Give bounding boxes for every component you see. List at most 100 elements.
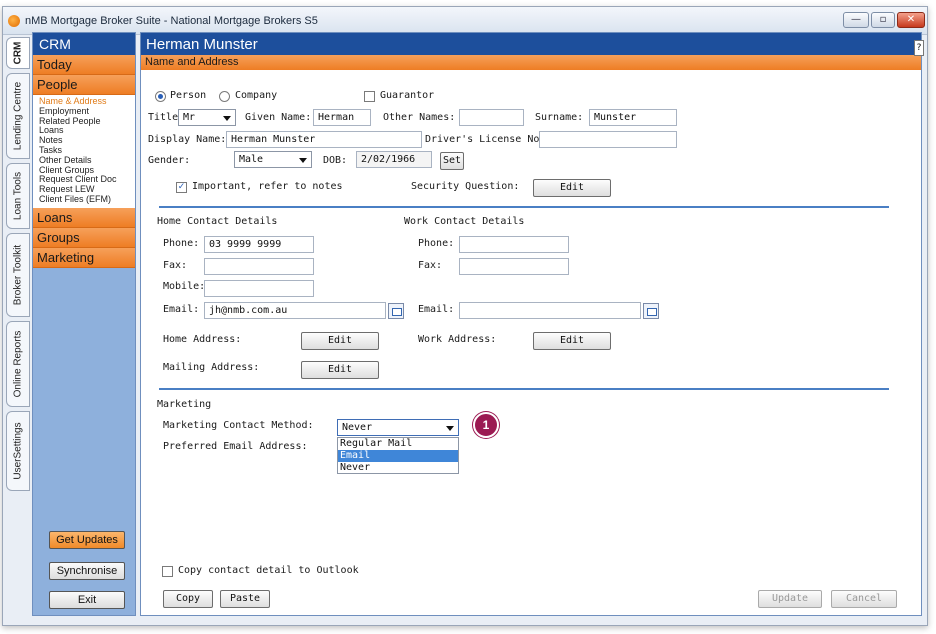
submenu-notes[interactable]: Notes xyxy=(39,136,135,146)
home-mobile-field[interactable] xyxy=(204,280,314,297)
gender-select[interactable]: Male xyxy=(234,151,312,168)
submenu-request-lew[interactable]: Request LEW xyxy=(39,185,135,195)
sidebar-item-people[interactable]: People xyxy=(33,75,135,95)
copy-button[interactable]: Copy xyxy=(163,590,213,608)
display-name-field[interactable]: Herman Munster xyxy=(226,131,422,148)
section-divider xyxy=(159,388,889,390)
tab-user-settings-label: UserSettings xyxy=(12,422,24,480)
tab-online-reports[interactable]: Online Reports xyxy=(6,321,30,407)
submenu-request-client-doc[interactable]: Request Client Doc xyxy=(39,175,135,185)
tab-broker-toolkit-label: Broker Toolkit xyxy=(12,244,24,306)
maximize-button[interactable]: ▫ xyxy=(871,12,895,28)
marketing-contact-dropdown: Regular Mail Email Never xyxy=(337,437,459,474)
submenu-name-address[interactable]: Name & Address xyxy=(39,97,135,107)
home-email-send-icon[interactable] xyxy=(388,303,404,319)
update-button[interactable]: Update xyxy=(758,590,822,608)
submenu-loans[interactable]: Loans xyxy=(39,126,135,136)
home-contact-heading: Home Contact Details xyxy=(157,216,278,227)
submenu-client-groups[interactable]: Client Groups xyxy=(39,166,135,176)
work-fax-label: Fax: xyxy=(418,260,443,271)
sidebar-item-marketing[interactable]: Marketing xyxy=(33,247,135,268)
marketing-contact-select[interactable]: Never xyxy=(337,419,459,436)
surname-field[interactable]: Munster xyxy=(589,109,677,126)
marketing-contact-label: Marketing Contact Method: xyxy=(163,420,314,431)
submenu-employment[interactable]: Employment xyxy=(39,107,135,117)
tab-lending-centre[interactable]: Lending Centre xyxy=(6,73,30,159)
app-logo-icon xyxy=(8,15,20,27)
home-address-label: Home Address: xyxy=(163,334,242,345)
work-email-send-icon[interactable] xyxy=(643,303,659,319)
home-mobile-label: Mobile: xyxy=(163,281,206,292)
important-checkbox[interactable]: ✓ xyxy=(176,182,187,193)
submenu-client-files[interactable]: Client Files (EFM) xyxy=(39,195,135,205)
dropdown-option-never[interactable]: Never xyxy=(338,462,458,474)
sidebar-item-loans[interactable]: Loans xyxy=(33,207,135,228)
display-name-label: Display Name: xyxy=(148,134,227,145)
work-email-field[interactable] xyxy=(459,302,641,319)
work-fax-field[interactable] xyxy=(459,258,569,275)
tab-user-settings[interactable]: UserSettings xyxy=(6,411,30,491)
dropdown-option-regular-mail[interactable]: Regular Mail xyxy=(338,438,458,450)
work-phone-field[interactable] xyxy=(459,236,569,253)
copy-outlook-label: Copy contact detail to Outlook xyxy=(178,565,359,576)
guarantor-label: Guarantor xyxy=(380,90,435,101)
minimize-button[interactable]: — xyxy=(843,12,869,28)
home-email-field[interactable]: jh@nmb.com.au xyxy=(204,302,386,319)
dropdown-option-email[interactable]: Email xyxy=(338,450,458,462)
close-button[interactable]: ✕ xyxy=(897,12,925,28)
window-title: nMB Mortgage Broker Suite - National Mor… xyxy=(25,15,318,27)
sidebar-item-groups[interactable]: Groups xyxy=(33,227,135,248)
security-question-edit-button[interactable]: Edit xyxy=(533,179,611,197)
person-radio-label: Person xyxy=(170,90,207,101)
tab-loan-tools[interactable]: Loan Tools xyxy=(6,163,30,229)
person-radio[interactable] xyxy=(155,91,166,102)
step-badge: 1 xyxy=(473,412,499,438)
other-names-label: Other Names: xyxy=(383,112,456,123)
page-title: Herman Munster xyxy=(141,33,921,55)
paste-button[interactable]: Paste xyxy=(220,590,270,608)
title-bar: nMB Mortgage Broker Suite - National Mor… xyxy=(3,7,927,35)
submenu-tasks[interactable]: Tasks xyxy=(39,146,135,156)
tab-crm[interactable]: CRM xyxy=(6,37,30,69)
work-address-label: Work Address: xyxy=(418,334,497,345)
submenu-related-people[interactable]: Related People xyxy=(39,117,135,127)
sidebar-header: CRM xyxy=(33,33,135,55)
section-divider xyxy=(159,206,889,208)
title-select[interactable]: Mr xyxy=(178,109,236,126)
other-names-field[interactable] xyxy=(459,109,524,126)
given-name-label: Given Name: xyxy=(245,112,312,123)
chevron-down-icon xyxy=(446,426,454,431)
work-address-edit-button[interactable]: Edit xyxy=(533,332,611,350)
chevron-down-icon xyxy=(299,158,307,163)
given-name-field[interactable]: Herman xyxy=(313,109,371,126)
synchronise-button[interactable]: Synchronise xyxy=(49,562,125,580)
mailing-address-edit-button[interactable]: Edit xyxy=(301,361,379,379)
title-select-value: Mr xyxy=(183,112,196,123)
dob-field[interactable]: 2/02/1966 xyxy=(356,151,432,168)
work-contact-heading: Work Contact Details xyxy=(404,216,525,227)
cancel-button[interactable]: Cancel xyxy=(831,590,897,608)
home-phone-field[interactable]: 03 9999 9999 xyxy=(204,236,314,253)
gender-select-value: Male xyxy=(239,154,264,165)
drivers-license-field[interactable] xyxy=(539,131,677,148)
sidebar-item-today[interactable]: Today xyxy=(33,55,135,75)
exit-button[interactable]: Exit xyxy=(49,591,125,609)
help-button[interactable]: ? xyxy=(914,40,924,56)
section-title: Name and Address xyxy=(141,55,921,70)
tab-crm-label: CRM xyxy=(12,41,24,65)
company-radio[interactable] xyxy=(219,91,230,102)
home-address-edit-button[interactable]: Edit xyxy=(301,332,379,350)
copy-outlook-checkbox[interactable] xyxy=(162,566,173,577)
home-email-label: Email: xyxy=(163,304,200,315)
tab-broker-toolkit[interactable]: Broker Toolkit xyxy=(6,233,30,317)
home-fax-field[interactable] xyxy=(204,258,314,275)
home-phone-label: Phone: xyxy=(163,238,200,249)
home-fax-label: Fax: xyxy=(163,260,188,271)
tab-lending-centre-label: Lending Centre xyxy=(12,81,24,151)
set-dob-button[interactable]: Set xyxy=(440,152,464,170)
get-updates-button[interactable]: Get Updates xyxy=(49,531,125,549)
marketing-contact-value: Never xyxy=(342,422,373,433)
submenu-other-details[interactable]: Other Details xyxy=(39,156,135,166)
guarantor-checkbox[interactable] xyxy=(364,91,375,102)
people-submenu: Name & Address Employment Related People… xyxy=(33,95,135,208)
